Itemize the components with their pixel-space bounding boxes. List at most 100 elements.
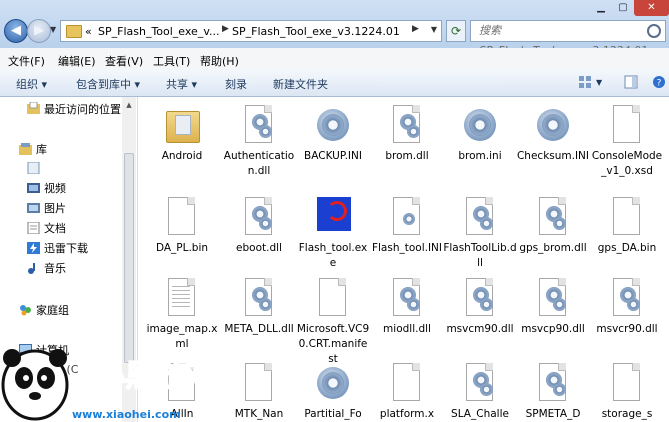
- dll-gear-icon: [462, 278, 498, 320]
- new-folder-button[interactable]: 新建文件夹: [273, 76, 328, 92]
- dll-gear-icon: [241, 278, 277, 320]
- file-item[interactable]: DA_PL.bin: [145, 197, 219, 256]
- nav-library[interactable]: 库: [36, 141, 47, 157]
- nav-thunder-download[interactable]: 迅雷下载: [44, 240, 88, 256]
- file-name: Authentication.dll: [223, 150, 295, 177]
- file-item[interactable]: gps_brom.dll: [516, 197, 590, 256]
- flash-tool-icon: [315, 197, 351, 239]
- preview-pane-icon[interactable]: [624, 75, 638, 89]
- documents-icon: [27, 222, 40, 234]
- menu-edit[interactable]: 编辑(E): [58, 53, 96, 69]
- file-item[interactable]: Microsoft.VC90.CRT.manifest: [296, 278, 370, 367]
- file-name: gps_DA.bin: [597, 242, 657, 254]
- file-item[interactable]: MTK_Nan: [222, 363, 296, 422]
- ini-file-icon: [389, 197, 425, 239]
- nav-pictures[interactable]: 图片: [44, 200, 66, 216]
- folder-icon: [164, 105, 200, 147]
- nav-recent-places[interactable]: 最近访问的位置: [44, 101, 121, 117]
- nav-homegroup[interactable]: 家庭组: [36, 302, 69, 318]
- file-name: miodll.dll: [383, 323, 431, 335]
- breadcrumb-overflow[interactable]: «: [85, 25, 92, 38]
- address-path-box[interactable]: « SP_Flash_Tool_exe_v... ▶ SP_Flash_Tool…: [60, 20, 442, 42]
- dll-gear-icon: [462, 363, 498, 405]
- recent-pages-dropdown-icon[interactable]: ▼: [50, 25, 56, 34]
- file-item[interactable]: eboot.dll: [222, 197, 296, 256]
- blank-file-icon: [164, 197, 200, 239]
- file-item[interactable]: storage_s: [590, 363, 664, 422]
- folder-icon: [66, 25, 82, 38]
- back-button[interactable]: ◀: [4, 19, 28, 43]
- menu-file[interactable]: 文件(F): [8, 53, 45, 69]
- close-button[interactable]: ✕: [634, 0, 669, 16]
- file-name: Checksum.INI: [516, 150, 590, 162]
- burn-button[interactable]: 刻录: [225, 76, 247, 92]
- file-item[interactable]: miodll.dll: [370, 278, 444, 337]
- file-item[interactable]: Partitial_Fo: [296, 363, 370, 422]
- file-name: Partitial_Fo: [304, 408, 362, 420]
- file-name: Android: [161, 150, 203, 162]
- address-bar: ▁ ▢ ✕ ◀ ▶ ▼ « SP_Flash_Tool_exe_v... ▶ S…: [0, 0, 669, 57]
- menu-tools[interactable]: 工具(T): [153, 53, 190, 69]
- file-item[interactable]: Android: [145, 105, 219, 164]
- address-history-dropdown-icon[interactable]: ▼: [431, 25, 437, 34]
- dll-gear-icon: [389, 278, 425, 320]
- forward-button[interactable]: ▶: [27, 19, 51, 43]
- pictures-icon: [27, 203, 40, 213]
- file-item[interactable]: msvcm90.dll: [443, 278, 517, 337]
- search-input[interactable]: 搜索 SP_Flash_Tool_exe_v3.1224.01: [470, 20, 666, 57]
- file-item[interactable]: Authentication.dll: [222, 105, 296, 179]
- include-in-library-button[interactable]: 包含到库中 ▾: [76, 76, 140, 92]
- watermark-brand: 小黑游戏: [95, 359, 200, 394]
- file-item[interactable]: brom.dll: [370, 105, 444, 164]
- file-item[interactable]: msvcp90.dll: [516, 278, 590, 337]
- breadcrumb-current[interactable]: SP_Flash_Tool_exe_v3.1224.01: [232, 25, 400, 38]
- view-options-icon[interactable]: [578, 75, 592, 89]
- file-name: BACKUP.INI: [304, 150, 362, 162]
- file-item[interactable]: gps_DA.bin: [590, 197, 664, 256]
- menu-help[interactable]: 帮助(H): [200, 53, 239, 69]
- ini-gear-icon: [462, 105, 498, 147]
- file-item[interactable]: META_DLL.dll: [222, 278, 296, 337]
- file-name: Flash_tool.INI: [371, 242, 443, 254]
- breadcrumb-separator-icon[interactable]: ▶: [222, 24, 229, 34]
- file-name: Flash_tool.exe: [298, 242, 368, 269]
- minimize-button[interactable]: ▁: [590, 0, 612, 16]
- music-icon: [28, 263, 35, 274]
- file-item[interactable]: SPMETA_D: [516, 363, 590, 422]
- menu-bar: 文件(F) 编辑(E) 查看(V) 工具(T) 帮助(H): [0, 48, 669, 71]
- recent-places-icon: [27, 102, 40, 114]
- file-item[interactable]: brom.ini: [443, 105, 517, 164]
- blank-file-icon: [241, 363, 277, 405]
- dll-gear-icon: [535, 278, 571, 320]
- breadcrumb-separator-icon[interactable]: ▶: [412, 24, 419, 34]
- nav-video[interactable]: 视频: [44, 180, 66, 196]
- breadcrumb-parent[interactable]: SP_Flash_Tool_exe_v...: [98, 25, 219, 38]
- file-item[interactable]: SLA_Challe: [443, 363, 517, 422]
- share-button[interactable]: 共享 ▾: [166, 76, 197, 92]
- dll-gear-icon: [535, 197, 571, 239]
- file-item[interactable]: Flash_tool.exe: [296, 197, 370, 271]
- blank-file-icon: [315, 278, 351, 320]
- file-item[interactable]: platform.x: [370, 363, 444, 422]
- library-icon: [19, 143, 32, 155]
- file-item[interactable]: msvcr90.dll: [590, 278, 664, 337]
- file-item[interactable]: Flash_tool.INI: [370, 197, 444, 256]
- view-dropdown-icon[interactable]: ▼: [596, 78, 602, 87]
- file-name: msvcr90.dll: [596, 323, 658, 335]
- nav-documents[interactable]: 文档: [44, 220, 66, 236]
- watermark-logo: 小黑游戏 www.xiaohei.com: [1, 349, 200, 421]
- organize-button[interactable]: 组织 ▾: [16, 76, 47, 92]
- file-item[interactable]: FlashToolLib.dll: [443, 197, 517, 271]
- file-name: storage_s: [601, 408, 653, 420]
- file-item[interactable]: BACKUP.INI: [296, 105, 370, 164]
- nav-music[interactable]: 音乐: [44, 260, 66, 276]
- refresh-button[interactable]: ⟳: [446, 20, 466, 42]
- file-name: msvcp90.dll: [521, 323, 585, 335]
- menu-view[interactable]: 查看(V): [105, 53, 143, 69]
- help-icon[interactable]: ?: [652, 75, 666, 89]
- scroll-up-icon[interactable]: ▲: [122, 98, 136, 112]
- file-name: msvcm90.dll: [446, 323, 514, 335]
- maximize-button[interactable]: ▢: [612, 0, 634, 16]
- file-item[interactable]: Checksum.INI: [516, 105, 590, 164]
- file-item[interactable]: ConsoleMode_v1_0.xsd: [590, 105, 664, 179]
